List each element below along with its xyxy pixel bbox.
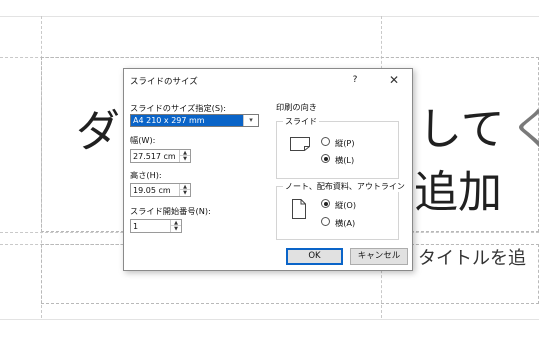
slide-title-fragment: して: [418, 104, 505, 155]
spin-down-icon[interactable]: ▼: [171, 226, 181, 232]
slide-portrait-radio[interactable]: [321, 137, 330, 146]
height-value: 19.05 cm: [133, 186, 171, 195]
dialog-titlebar[interactable]: スライドのサイズ ? ✕: [124, 69, 412, 91]
width-value: 27.517 cm: [133, 152, 176, 161]
cancel-button[interactable]: キャンセル: [350, 248, 408, 265]
slide-title-fragment: 追加: [414, 167, 502, 218]
notes-landscape-radio[interactable]: [321, 217, 330, 226]
slide-size-label: スライドのサイズ指定(S):: [130, 103, 226, 113]
start-number-spinner[interactable]: 1 ▲ ▼: [130, 219, 182, 233]
start-number-spin-buttons: ▲ ▼: [170, 220, 181, 232]
slide-size-value: A4 210 x 297 mm: [131, 115, 244, 126]
close-button[interactable]: ✕: [386, 72, 402, 88]
slide-size-dialog: スライドのサイズ ? ✕ スライドのサイズ指定(S): A4 210 x 297…: [123, 68, 413, 271]
height-spin-buttons: ▲ ▼: [179, 184, 190, 196]
start-number-label: スライド開始番号(N):: [130, 206, 211, 216]
slide-title-fragment: く: [510, 104, 539, 155]
dialog-title: スライドのサイズ: [130, 77, 198, 87]
start-number-value: 1: [133, 222, 139, 231]
width-spin-buttons: ▲ ▼: [179, 150, 190, 162]
slide-portrait-label[interactable]: 縦(P): [335, 137, 355, 149]
slide-landscape-label[interactable]: 横(L): [335, 154, 354, 166]
notes-portrait-label[interactable]: 縦(O): [335, 199, 356, 211]
chevron-down-icon[interactable]: ▾: [243, 115, 258, 126]
slide-title-fragment: ダ: [76, 106, 120, 157]
notes-landscape-label[interactable]: 横(A): [335, 217, 355, 229]
slide-landscape-radio[interactable]: [321, 154, 330, 163]
height-label: 高さ(H):: [130, 170, 162, 180]
width-spinner[interactable]: 27.517 cm ▲ ▼: [130, 149, 191, 163]
ok-button[interactable]: OK: [286, 248, 343, 265]
notes-orientation-group-title: ノート、配布資料、アウトライン: [283, 181, 407, 192]
spin-down-icon[interactable]: ▼: [180, 156, 190, 162]
slide-size-select[interactable]: A4 210 x 297 mm ▾: [130, 114, 259, 127]
orientation-heading: 印刷の向き: [276, 102, 317, 112]
spin-down-icon[interactable]: ▼: [180, 190, 190, 196]
width-label: 幅(W):: [130, 135, 156, 145]
notes-portrait-radio[interactable]: [321, 199, 330, 208]
slide-orientation-group-title: スライド: [283, 116, 319, 127]
portrait-page-icon: [292, 199, 306, 219]
height-spinner[interactable]: 19.05 cm ▲ ▼: [130, 183, 191, 197]
help-button[interactable]: ?: [348, 73, 362, 87]
slide-subtitle-fragment: タイトルを追: [418, 248, 526, 269]
landscape-page-icon: [290, 137, 310, 151]
